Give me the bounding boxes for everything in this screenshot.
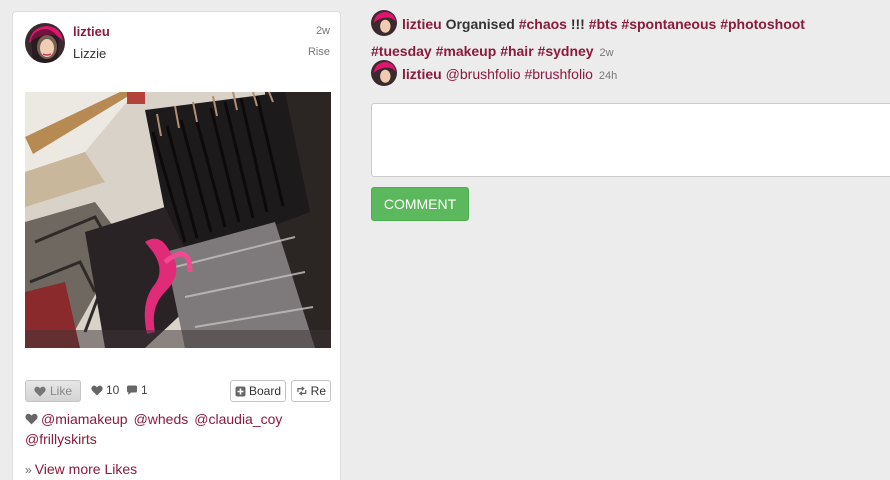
view-more-likes-label: View more Likes — [34, 461, 138, 477]
post-age: 2w — [315, 25, 330, 37]
user-avatar[interactable] — [25, 23, 65, 63]
comment-text-segment: Organised — [445, 16, 519, 32]
post-photo[interactable] — [25, 92, 331, 348]
commenter-avatar[interactable] — [371, 60, 397, 87]
hashtag-link[interactable]: #spontaneous — [621, 16, 716, 32]
speech-bubble-icon — [127, 385, 137, 395]
liker-link[interactable]: @claudia_coy — [194, 411, 282, 427]
double-chevron-right-icon: » — [25, 463, 32, 477]
commenter-username-link[interactable]: liztieu — [402, 16, 442, 32]
post-full-name: Lizzie — [73, 46, 107, 61]
heart-icon — [34, 386, 46, 396]
commenter-username-link[interactable]: liztieu — [402, 66, 442, 82]
heart-icon — [91, 385, 103, 395]
comment-text: @brushfolio #brushfolio — [445, 66, 593, 82]
hashtag-link[interactable]: #chaos — [519, 16, 567, 32]
post-brand-label: Rise — [307, 46, 330, 58]
hashtag-link[interactable]: #makeup — [436, 43, 497, 59]
like-count-value: 10 — [106, 383, 120, 397]
hashtag-link[interactable]: #sydney — [538, 43, 594, 59]
comment-count-value: 1 — [141, 383, 148, 397]
comment-item: liztieu Organised #chaos !!! #bts #spont… — [371, 10, 841, 66]
repost-button[interactable]: Re — [291, 380, 331, 402]
add-to-board-button[interactable]: Board — [230, 380, 286, 402]
repost-arrows-icon — [297, 386, 307, 396]
plus-square-icon — [235, 386, 246, 396]
hashtag-link[interactable]: #bts — [589, 16, 618, 32]
heart-icon — [25, 413, 38, 425]
view-more-likes-link[interactable]: » View more Likes — [25, 461, 137, 477]
liked-by-list: @miamakeup @wheds @claudia_coy @frillyskirt… — [25, 409, 331, 449]
comment-submit-button[interactable]: COMMENT — [371, 187, 469, 221]
board-button-label: Board — [248, 384, 281, 398]
liker-link[interactable]: @wheds — [134, 411, 189, 427]
hashtag-link[interactable]: #tuesday — [371, 43, 432, 59]
commenter-avatar[interactable] — [371, 10, 397, 37]
like-button-label: Like — [49, 384, 72, 398]
comment-text-segment: !!! — [566, 16, 589, 32]
like-button[interactable]: Like — [25, 380, 81, 402]
repost-button-label: Re — [310, 384, 326, 398]
hashtag-link[interactable]: #photoshoot — [720, 16, 805, 32]
comment-time: 2w — [599, 47, 614, 60]
comment-time: 24h — [598, 70, 618, 82]
post-header: liztieu Lizzie 2w Rise — [25, 23, 330, 65]
comment-input[interactable] — [371, 103, 890, 177]
post-card: liztieu Lizzie 2w Rise Like 10 1 Board R… — [12, 11, 341, 480]
comment-item: liztieu @brushfolio #brushfolio 24h — [371, 60, 618, 88]
liker-link[interactable]: @frillyskirts — [25, 431, 97, 447]
post-actions: Like 10 1 Board Re — [25, 380, 331, 402]
post-username-link[interactable]: liztieu — [73, 24, 110, 39]
comment-count: 1 — [126, 383, 148, 397]
hashtag-link[interactable]: #hair — [500, 43, 533, 59]
liker-link[interactable]: @miamakeup — [41, 411, 128, 427]
like-count: 10 — [91, 383, 119, 397]
